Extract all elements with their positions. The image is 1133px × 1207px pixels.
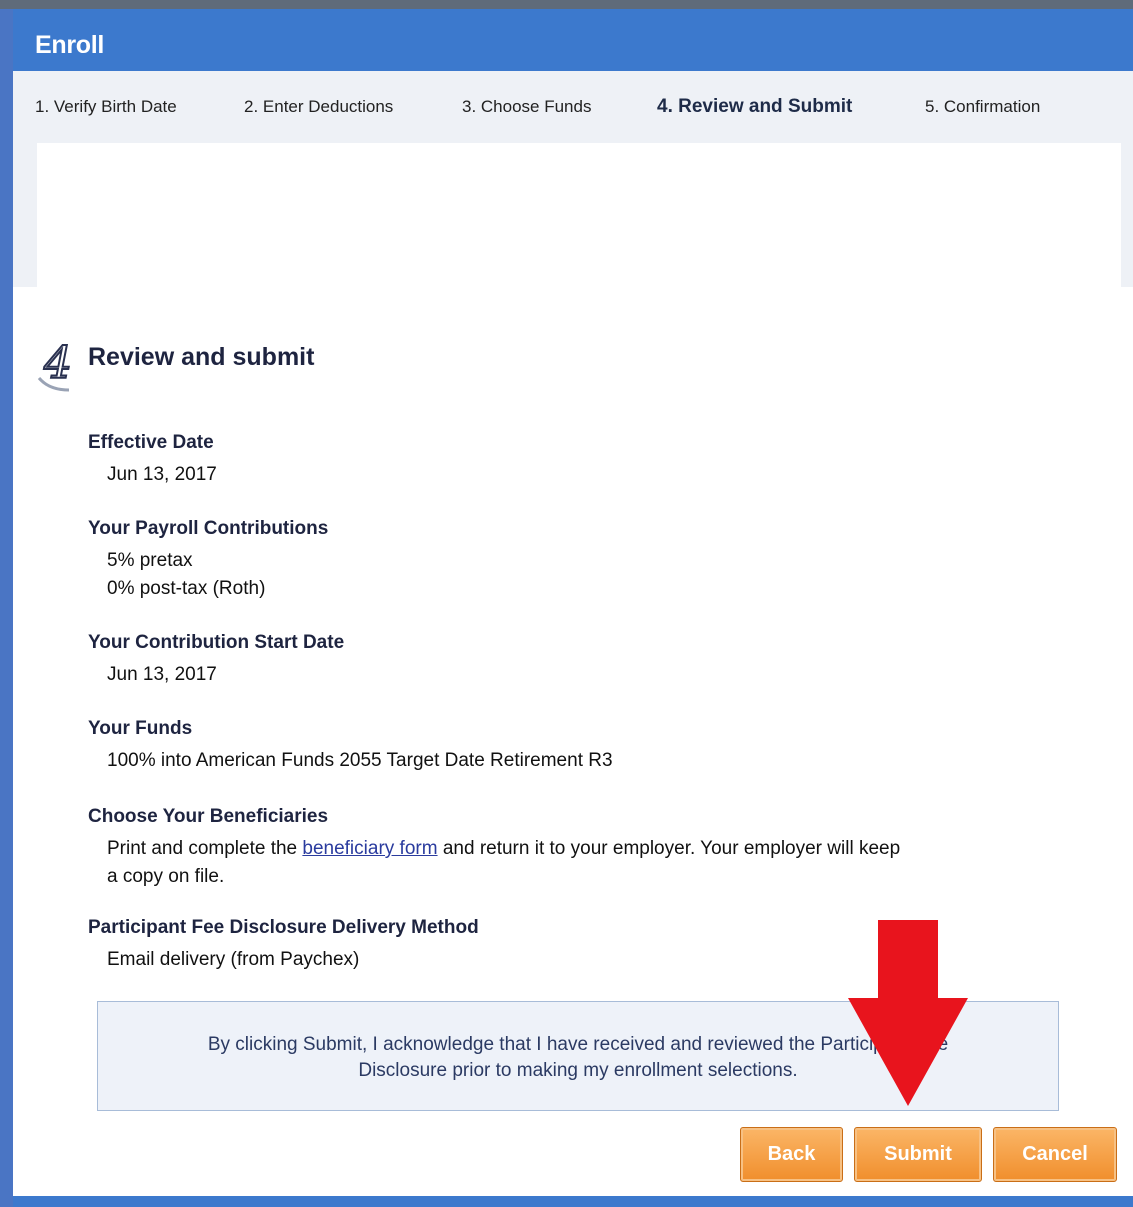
effective-date-value: Jun 13, 2017 xyxy=(107,464,217,485)
beneficiaries-text-line2: a copy on file. xyxy=(107,866,225,887)
red-arrow-annotation-icon xyxy=(848,920,968,1106)
step-4-review-and-submit: 4. Review and Submit xyxy=(657,96,853,117)
step-3-choose-funds: 3. Choose Funds xyxy=(462,97,592,116)
step-progress-bar: 1. Verify Birth Date 2. Enter Deductions… xyxy=(13,71,1133,143)
step-5-confirmation: 5. Confirmation xyxy=(925,97,1041,116)
submit-button[interactable]: Submit xyxy=(854,1127,982,1182)
acknowledgement-line2: Disclosure prior to making my enrollment… xyxy=(358,1060,798,1081)
beneficiaries-instructions: Print and complete the beneficiary form … xyxy=(107,835,900,891)
enroll-header: Enroll xyxy=(13,9,1133,71)
step-2-enter-deductions: 2. Enter Deductions xyxy=(244,97,394,116)
beneficiary-form-link[interactable]: beneficiary form xyxy=(302,838,437,859)
payroll-contributions-label: Your Payroll Contributions xyxy=(88,518,329,539)
beneficiaries-text-before: Print and complete the xyxy=(107,838,303,859)
window-top-border xyxy=(0,0,1133,9)
window-left-border xyxy=(0,9,13,1207)
step-number-4-icon: 4 xyxy=(37,337,73,392)
posttax-contribution-value: 0% post-tax (Roth) xyxy=(107,578,266,599)
step-number-label: 4 xyxy=(43,338,72,389)
your-funds-value: 100% into American Funds 2055 Target Dat… xyxy=(107,750,613,771)
back-button[interactable]: Back xyxy=(740,1127,843,1182)
fee-disclosure-value: Email delivery (from Paychex) xyxy=(107,949,360,970)
contribution-start-date-label: Your Contribution Start Date xyxy=(88,632,345,653)
fee-disclosure-label: Participant Fee Disclosure Delivery Meth… xyxy=(88,917,479,938)
effective-date-label: Effective Date xyxy=(88,432,214,453)
your-funds-label: Your Funds xyxy=(88,718,193,739)
beneficiaries-label: Choose Your Beneficiaries xyxy=(88,806,329,827)
footer-bar xyxy=(13,1196,1133,1207)
info-box-empty xyxy=(37,143,1121,287)
step-1-verify-birth-date: 1. Verify Birth Date xyxy=(35,97,177,116)
beneficiaries-text-after: and return it to your employer. Your emp… xyxy=(437,838,901,859)
cancel-button[interactable]: Cancel xyxy=(993,1127,1117,1182)
section-title: Review and submit xyxy=(88,343,315,371)
contribution-start-date-value: Jun 13, 2017 xyxy=(107,664,217,685)
pretax-contribution-value: 5% pretax xyxy=(107,550,193,571)
page-title: Enroll xyxy=(35,31,105,59)
